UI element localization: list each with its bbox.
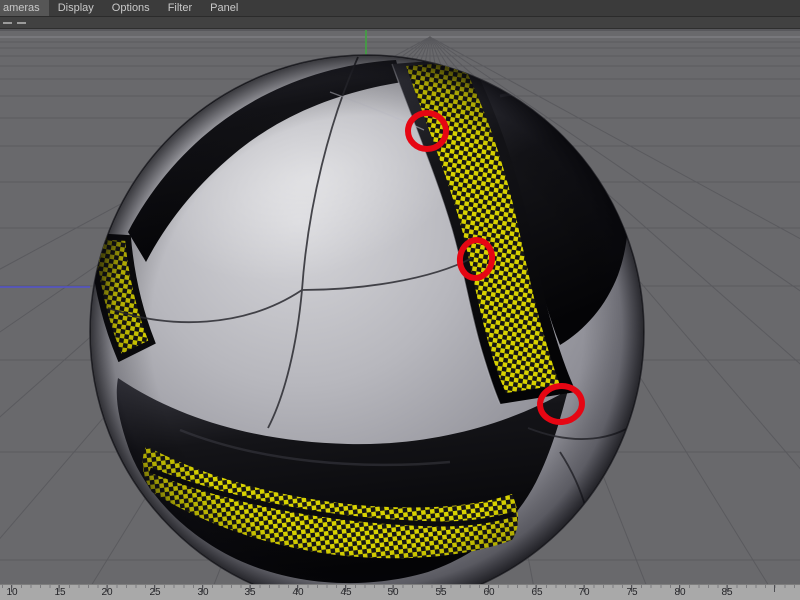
dash-mark xyxy=(17,21,26,24)
ruler-label-30: 30 xyxy=(197,587,209,598)
ruler-label-25: 25 xyxy=(149,587,161,598)
ruler-label-70: 70 xyxy=(578,587,590,598)
menu-panel[interactable]: Panel xyxy=(201,0,247,16)
ruler-label-65: 65 xyxy=(531,587,543,598)
menu-filter[interactable]: Filter xyxy=(159,0,201,16)
dash-mark xyxy=(3,21,12,24)
ruler-label-20: 20 xyxy=(101,587,113,598)
viewport-tool-strip xyxy=(0,17,800,29)
ruler-label-60: 60 xyxy=(483,587,495,598)
ruler-label-75: 75 xyxy=(626,587,638,598)
viewport-menu-bar: ameras Display Options Filter Panel xyxy=(0,0,800,17)
ruler-label-35: 35 xyxy=(244,587,256,598)
ruler-label-50: 50 xyxy=(387,587,399,598)
ruler-label-40: 40 xyxy=(292,587,304,598)
timeline-ruler[interactable]: 10 15 20 25 30 35 40 45 50 55 60 65 70 7… xyxy=(0,584,800,600)
ruler-label-85: 85 xyxy=(721,587,733,598)
viewport-3d[interactable] xyxy=(0,0,800,600)
menu-display[interactable]: Display xyxy=(49,0,103,16)
ball-rim-shading xyxy=(90,55,644,600)
menu-cameras[interactable]: ameras xyxy=(0,0,49,16)
menu-options[interactable]: Options xyxy=(103,0,159,16)
ruler-label-55: 55 xyxy=(435,587,447,598)
cinema4d-window: ameras Display Options Filter Panel 10 1… xyxy=(0,0,800,600)
ruler-label-80: 80 xyxy=(674,587,686,598)
ruler-label-45: 45 xyxy=(340,587,352,598)
ruler-label-15: 15 xyxy=(54,587,66,598)
ruler-label-10: 10 xyxy=(6,587,18,598)
